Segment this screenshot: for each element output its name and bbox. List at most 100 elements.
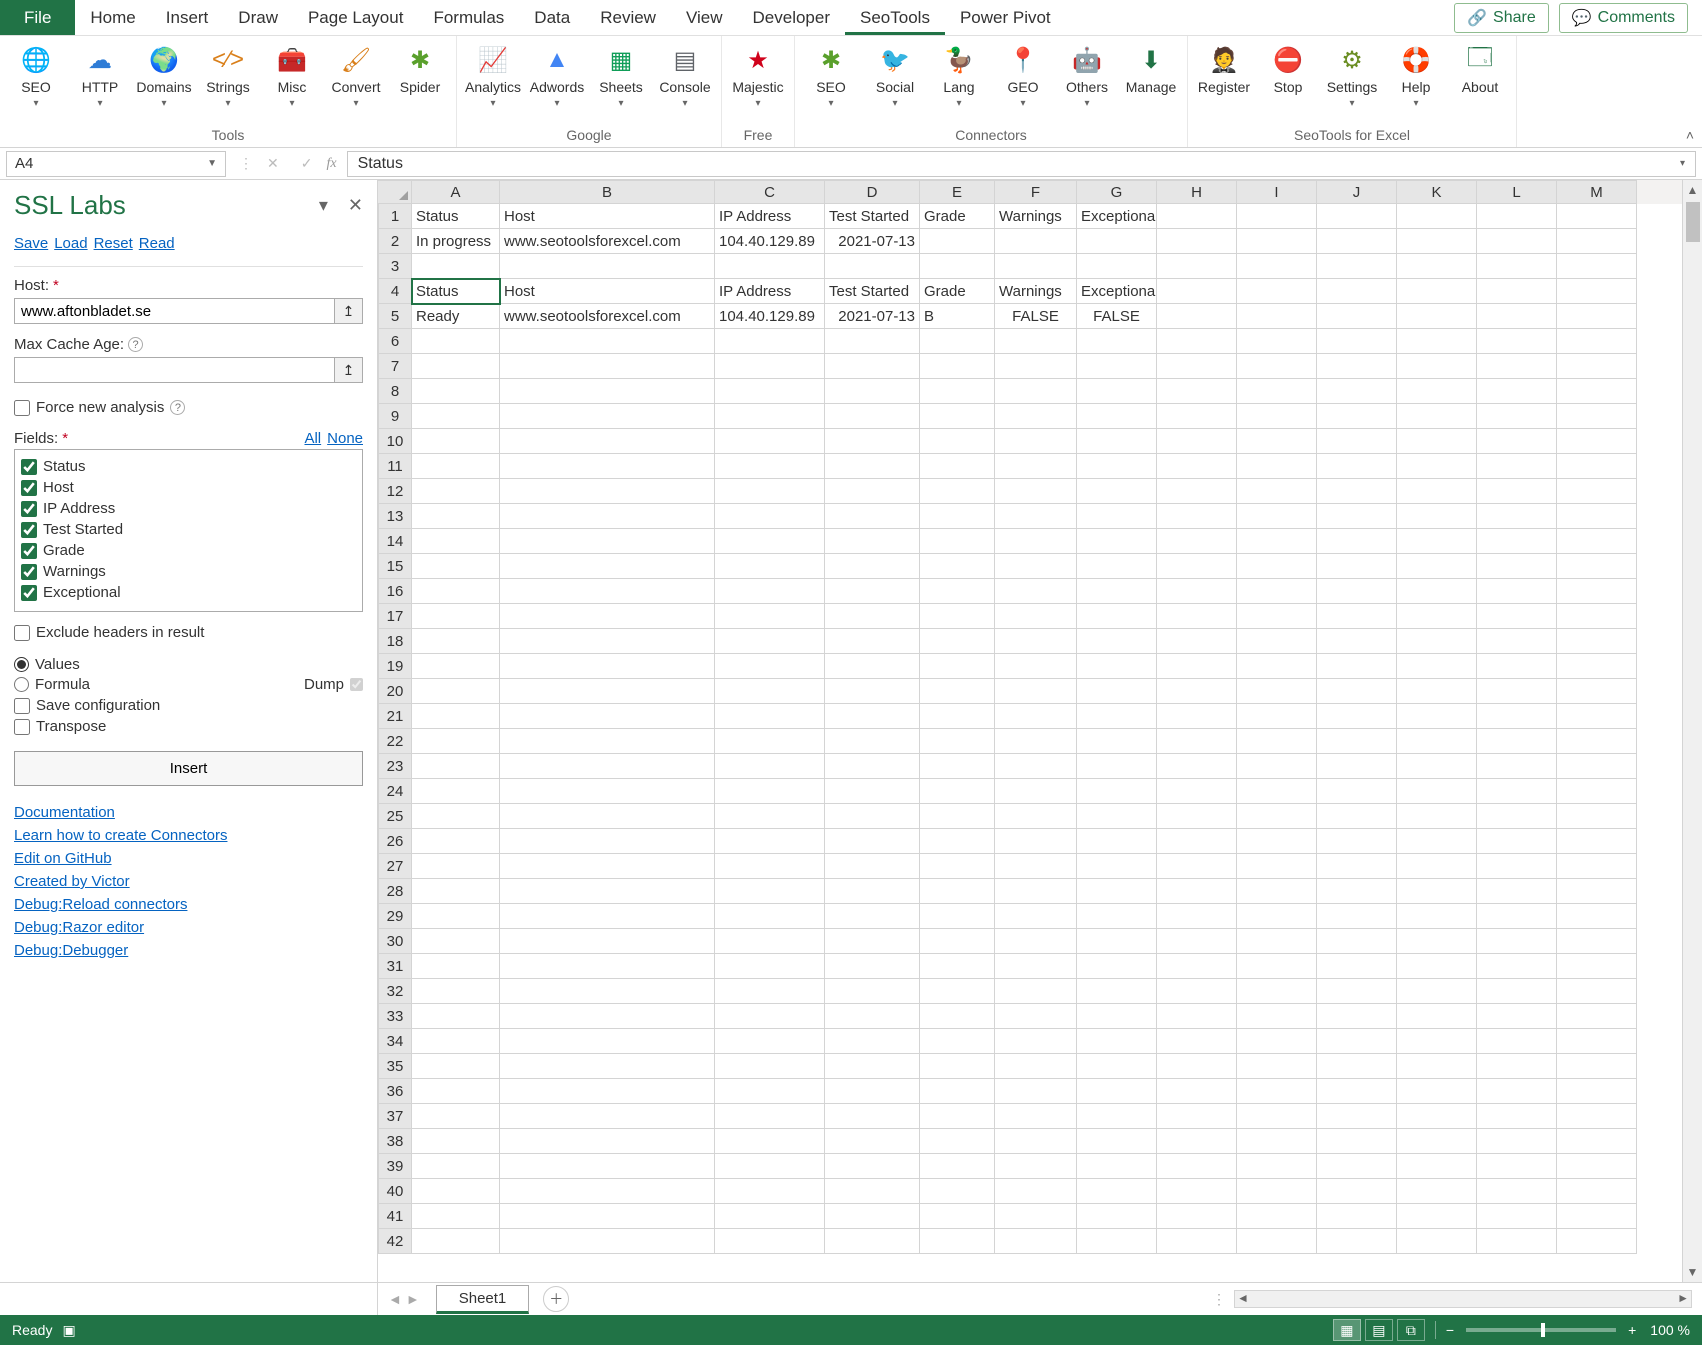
taskpane-options-icon[interactable]: ▾ <box>319 195 328 216</box>
cell[interactable] <box>995 1229 1077 1254</box>
cell[interactable] <box>1157 1179 1237 1204</box>
row-header[interactable]: 16 <box>378 579 412 604</box>
cell[interactable] <box>825 504 920 529</box>
cell[interactable] <box>995 604 1077 629</box>
cell[interactable] <box>1237 504 1317 529</box>
cell[interactable] <box>1397 529 1477 554</box>
cell[interactable] <box>1557 1004 1637 1029</box>
spreadsheet-grid[interactable]: ABCDEFGHIJKLM 12345678910111213141516171… <box>378 180 1702 1282</box>
cell[interactable] <box>1157 779 1237 804</box>
cell[interactable] <box>715 904 825 929</box>
ribbon-seo2-button[interactable]: ✱SEO▾ <box>801 42 861 111</box>
row-header[interactable]: 34 <box>378 1029 412 1054</box>
cell[interactable] <box>825 1229 920 1254</box>
taskpane-link-reset[interactable]: Reset <box>94 235 133 252</box>
cell[interactable] <box>715 829 825 854</box>
cell[interactable] <box>920 829 995 854</box>
cell[interactable] <box>1477 404 1557 429</box>
cell[interactable] <box>1157 504 1237 529</box>
cell[interactable] <box>1077 354 1157 379</box>
cell[interactable] <box>412 554 500 579</box>
cell[interactable] <box>1077 979 1157 1004</box>
select-all-corner[interactable] <box>378 180 412 204</box>
cell[interactable] <box>995 904 1077 929</box>
cell[interactable] <box>715 779 825 804</box>
cell[interactable] <box>1317 429 1397 454</box>
cell[interactable] <box>1157 304 1237 329</box>
cell[interactable] <box>500 929 715 954</box>
row-header[interactable]: 2 <box>378 229 412 254</box>
cell[interactable] <box>1557 579 1637 604</box>
cell[interactable]: Test Started <box>825 279 920 304</box>
row-header[interactable]: 1 <box>378 204 412 229</box>
cell[interactable] <box>1157 479 1237 504</box>
tab-data[interactable]: Data <box>519 0 585 35</box>
cell[interactable] <box>1557 404 1637 429</box>
cell[interactable] <box>1077 1054 1157 1079</box>
horizontal-scrollbar[interactable] <box>1234 1290 1692 1308</box>
cell[interactable] <box>500 379 715 404</box>
cell[interactable] <box>500 1104 715 1129</box>
cell[interactable] <box>1557 704 1637 729</box>
comments-button[interactable]: 💬Comments <box>1559 3 1688 33</box>
cell[interactable] <box>1317 379 1397 404</box>
cell[interactable] <box>500 479 715 504</box>
cell[interactable] <box>1157 379 1237 404</box>
cell[interactable] <box>1397 854 1477 879</box>
cell[interactable] <box>1077 679 1157 704</box>
cell[interactable] <box>920 254 995 279</box>
cell[interactable] <box>1477 354 1557 379</box>
cell[interactable] <box>1077 379 1157 404</box>
cell[interactable] <box>500 679 715 704</box>
cell[interactable] <box>1557 1229 1637 1254</box>
cell[interactable] <box>1477 204 1557 229</box>
taskpane-link-debug-razor-editor[interactable]: Debug:Razor editor <box>14 919 363 936</box>
cell[interactable] <box>1477 679 1557 704</box>
cell[interactable] <box>1317 354 1397 379</box>
more-icon[interactable]: ⋮ <box>1212 1291 1234 1308</box>
cell[interactable] <box>920 229 995 254</box>
cell[interactable] <box>1477 229 1557 254</box>
field-status-checkbox[interactable] <box>21 459 37 475</box>
cell[interactable] <box>1157 454 1237 479</box>
row-header[interactable]: 25 <box>378 804 412 829</box>
cell[interactable] <box>1237 304 1317 329</box>
cell[interactable] <box>1317 479 1397 504</box>
tab-home[interactable]: Home <box>75 0 150 35</box>
cell[interactable] <box>995 679 1077 704</box>
cell[interactable] <box>920 879 995 904</box>
row-header[interactable]: 41 <box>378 1204 412 1229</box>
cell[interactable] <box>1477 1029 1557 1054</box>
cell[interactable] <box>825 629 920 654</box>
cell[interactable] <box>825 929 920 954</box>
cell[interactable] <box>920 354 995 379</box>
cell[interactable] <box>1077 954 1157 979</box>
zoom-in-button[interactable]: + <box>1628 1322 1636 1338</box>
field-test-started-checkbox[interactable] <box>21 522 37 538</box>
cell[interactable] <box>1477 1104 1557 1129</box>
cell[interactable] <box>1397 404 1477 429</box>
cell[interactable] <box>995 379 1077 404</box>
cell[interactable] <box>995 1104 1077 1129</box>
collapse-ribbon-icon[interactable]: ˄ <box>1686 127 1694 143</box>
cell[interactable] <box>1477 604 1557 629</box>
cell[interactable] <box>1237 479 1317 504</box>
formula-radio[interactable] <box>14 677 29 692</box>
cell[interactable] <box>1317 854 1397 879</box>
cell[interactable] <box>412 629 500 654</box>
fields-none-link[interactable]: None <box>321 430 363 447</box>
cell[interactable] <box>1237 429 1317 454</box>
cell[interactable] <box>715 1054 825 1079</box>
row-header[interactable]: 9 <box>378 404 412 429</box>
cell[interactable] <box>1477 1179 1557 1204</box>
cell[interactable] <box>825 1204 920 1229</box>
cell[interactable] <box>1237 754 1317 779</box>
sheet-tab[interactable]: Sheet1 <box>436 1285 530 1314</box>
cell[interactable] <box>1157 829 1237 854</box>
cell[interactable] <box>1317 529 1397 554</box>
cell[interactable] <box>1557 204 1637 229</box>
cell[interactable] <box>1157 979 1237 1004</box>
cell[interactable] <box>1237 379 1317 404</box>
cell[interactable]: B <box>920 304 995 329</box>
cell[interactable] <box>1557 1104 1637 1129</box>
